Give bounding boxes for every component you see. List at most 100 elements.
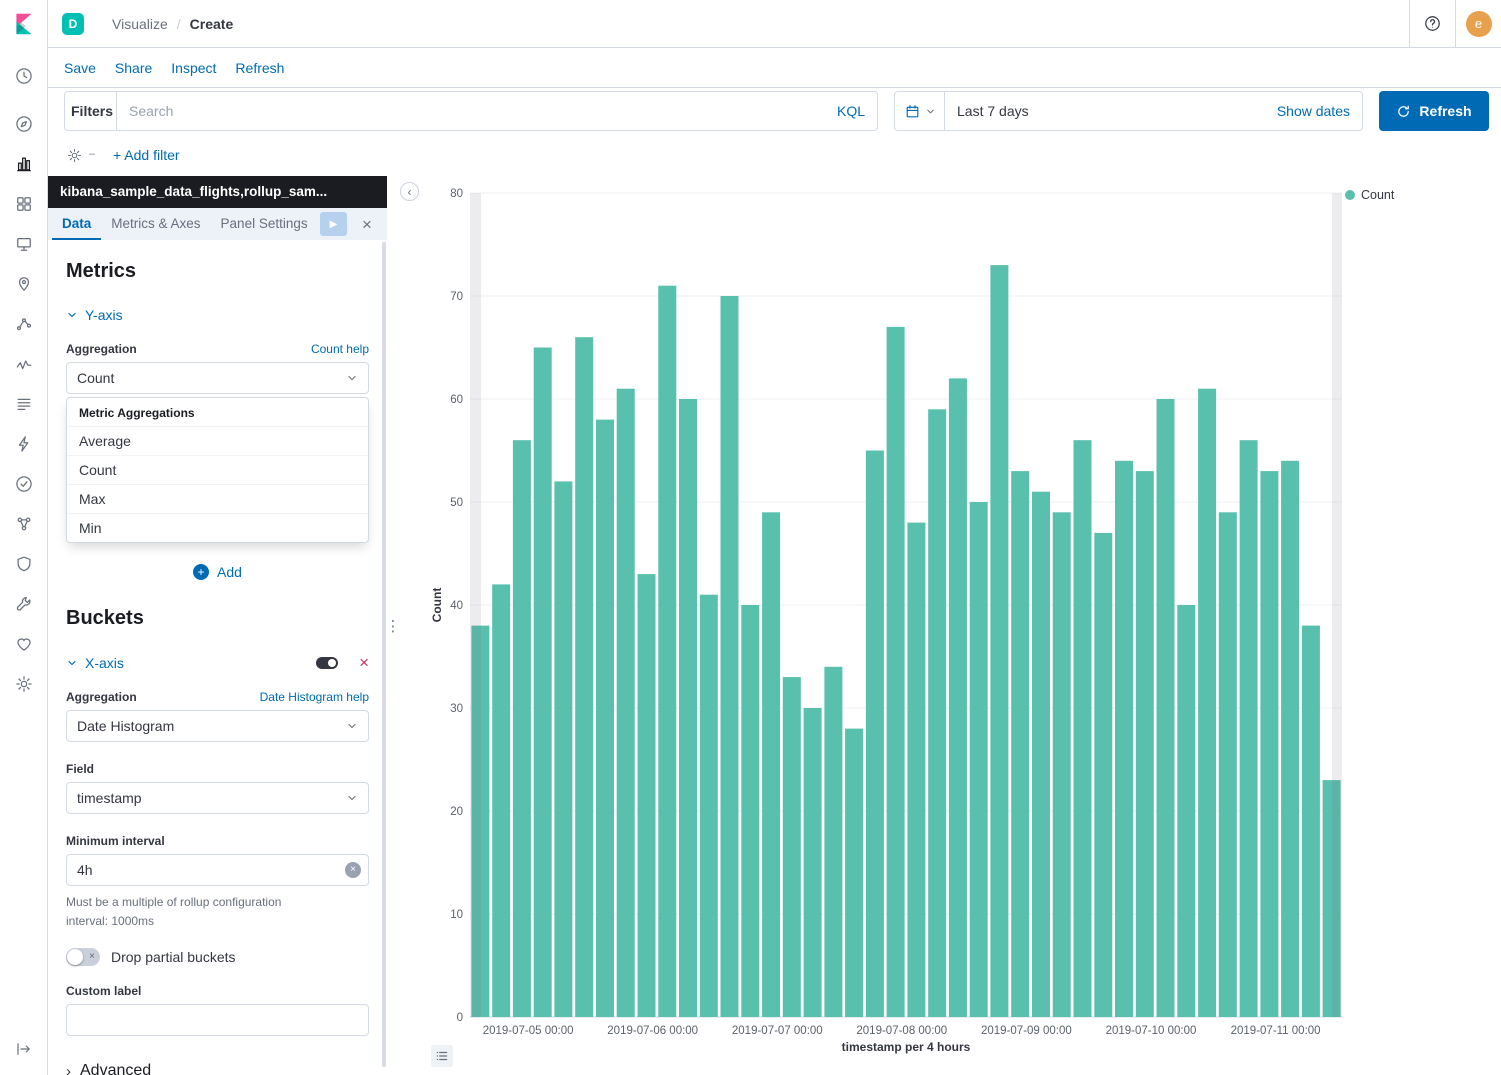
nav-metrics-icon[interactable] <box>8 348 40 380</box>
panel-scrollbar[interactable] <box>382 242 386 1067</box>
field-label: Field <box>66 762 94 776</box>
tab-data[interactable]: Data <box>52 208 101 240</box>
breadcrumb: Visualize / Create <box>112 16 233 32</box>
list-icon <box>435 1049 449 1063</box>
refresh-link[interactable]: Refresh <box>235 60 284 76</box>
legend-toggle-button[interactable] <box>431 1045 453 1067</box>
avatar[interactable]: e <box>1466 11 1492 37</box>
play-icon: ▶ <box>330 219 338 230</box>
nav-uptime-icon[interactable] <box>8 468 40 500</box>
kibana-logo[interactable] <box>0 0 48 48</box>
visualize-toolbar: Save Share Inspect Refresh <box>48 48 1501 88</box>
inspect-button[interactable]: Inspect <box>171 60 216 76</box>
clear-interval-icon[interactable]: × <box>345 862 361 878</box>
minimum-interval-label: Minimum interval <box>66 834 165 848</box>
nav-canvas-icon[interactable] <box>8 228 40 260</box>
y-axis-accordion[interactable]: Y-axis <box>66 307 369 323</box>
index-pattern-title: kibana_sample_data_flights,rollup_sam... <box>48 176 387 208</box>
search-box: KQL <box>116 91 878 131</box>
nav-siem-icon[interactable] <box>8 548 40 580</box>
aggregation-dropdown: Metric Aggregations AverageCountMaxMin <box>66 397 369 543</box>
add-metric-button[interactable]: + Add <box>187 563 248 581</box>
vis-editor-panel: kibana_sample_data_flights,rollup_sam...… <box>48 176 387 1075</box>
collapse-nav-icon[interactable] <box>8 1033 40 1065</box>
field-select[interactable]: timestamp <box>66 782 369 814</box>
kql-toggle[interactable]: KQL <box>837 103 865 119</box>
minimum-interval-input[interactable] <box>66 854 369 886</box>
custom-label-label: Custom label <box>66 984 141 998</box>
chevron-down-icon <box>346 720 358 732</box>
nav-visualize-icon[interactable] <box>8 148 40 180</box>
nav-graph-icon[interactable] <box>8 508 40 540</box>
help-icon[interactable] <box>1409 0 1455 47</box>
filter-options-button[interactable] <box>66 147 97 164</box>
tab-panel-settings[interactable]: Panel Settings <box>211 208 318 240</box>
x-axis-enable-toggle[interactable] <box>316 657 338 669</box>
bucket-aggregation-label: Aggregation <box>66 690 137 704</box>
svg-text:2019-07-09 00:00: 2019-07-09 00:00 <box>981 1025 1072 1037</box>
svg-text:timestamp per 4 hours: timestamp per 4 hours <box>842 1040 971 1054</box>
svg-text:2019-07-11 00:00: 2019-07-11 00:00 <box>1231 1025 1321 1037</box>
aggregation-option-min[interactable]: Min <box>67 513 368 542</box>
count-help-link[interactable]: Count help <box>311 342 369 356</box>
metric-aggregation-select[interactable]: Count <box>66 362 369 394</box>
breadcrumb-visualize[interactable]: Visualize <box>112 16 168 32</box>
svg-text:2019-07-05 00:00: 2019-07-05 00:00 <box>483 1025 574 1037</box>
filters-button[interactable]: Filters <box>64 91 117 131</box>
add-filter-button[interactable]: + Add filter <box>113 147 180 163</box>
nav-maps-icon[interactable] <box>8 268 40 300</box>
aggregation-option-average[interactable]: Average <box>67 426 368 455</box>
refresh-query-button[interactable]: Refresh <box>1379 91 1489 131</box>
svg-text:2019-07-10 00:00: 2019-07-10 00:00 <box>1106 1025 1197 1037</box>
time-range-value[interactable]: Last 7 days <box>945 103 1029 119</box>
save-button[interactable]: Save <box>64 60 96 76</box>
search-input[interactable] <box>117 92 877 130</box>
show-dates-button[interactable]: Show dates <box>1271 102 1362 120</box>
date-histogram-help-link[interactable]: Date Histogram help <box>260 690 369 704</box>
nav-monitoring-icon[interactable] <box>8 628 40 660</box>
breadcrumb-create: Create <box>190 16 234 32</box>
tab-metrics-axes[interactable]: Metrics & Axes <box>101 208 210 240</box>
user-menu[interactable]: e <box>1455 0 1501 47</box>
nav-discover-icon[interactable] <box>8 108 40 140</box>
nav-machine-learning-icon[interactable] <box>8 308 40 340</box>
interval-help-text: Must be a multiple of rollup configurati… <box>66 893 318 930</box>
apply-changes-button[interactable]: ▶ <box>320 212 347 236</box>
remove-x-axis-button[interactable]: × <box>359 654 369 671</box>
nav-apm-icon[interactable] <box>8 428 40 460</box>
bucket-aggregation-select[interactable]: Date Histogram <box>66 710 369 742</box>
data-tab-content: Metrics Y-axis Aggregation Count help Co… <box>48 240 387 1075</box>
svg-text:2019-07-07 00:00: 2019-07-07 00:00 <box>732 1025 823 1037</box>
share-button[interactable]: Share <box>115 60 152 76</box>
dropdown-group-label: Metric Aggregations <box>67 398 368 426</box>
nav-dev-tools-icon[interactable] <box>8 588 40 620</box>
space-badge[interactable]: D <box>62 13 84 35</box>
chevron-down-icon <box>66 309 78 321</box>
query-bar: Filters KQL Last 7 days Show dates Refre… <box>48 88 1501 134</box>
panel-resizer[interactable]: ⋮ <box>387 176 399 1075</box>
svg-text:70: 70 <box>450 291 463 303</box>
app-nav-rail <box>0 0 48 1075</box>
aggregation-option-count[interactable]: Count <box>67 455 368 484</box>
kibana-logo-icon <box>11 11 37 37</box>
chevron-right-icon: › <box>66 1063 71 1075</box>
y-axis-label: Y-axis <box>85 307 123 323</box>
remove-icon: × <box>359 653 369 672</box>
nav-management-icon[interactable] <box>8 668 40 700</box>
advanced-accordion[interactable]: › Advanced <box>66 1062 151 1075</box>
collapse-editor-icon[interactable]: ‹ <box>400 182 419 201</box>
refresh-icon <box>1396 104 1411 119</box>
discard-changes-button[interactable]: × <box>355 212 379 236</box>
x-axis-accordion[interactable]: X-axis × <box>66 654 369 671</box>
svg-text:2019-07-08 00:00: 2019-07-08 00:00 <box>856 1025 947 1037</box>
date-picker-menu-button[interactable] <box>895 92 945 130</box>
nav-dashboard-icon[interactable] <box>8 188 40 220</box>
custom-label-input[interactable] <box>66 1004 369 1036</box>
nav-recently-viewed-icon[interactable] <box>8 60 40 92</box>
nav-logs-icon[interactable] <box>8 388 40 420</box>
chevron-down-icon <box>925 106 936 117</box>
drop-partial-buckets-toggle[interactable]: × <box>66 948 100 966</box>
bar-chart[interactable]: 010203040506070802019-07-05 00:002019-07… <box>399 176 1501 1075</box>
aggregation-option-max[interactable]: Max <box>67 484 368 513</box>
svg-text:Count: Count <box>430 588 444 623</box>
